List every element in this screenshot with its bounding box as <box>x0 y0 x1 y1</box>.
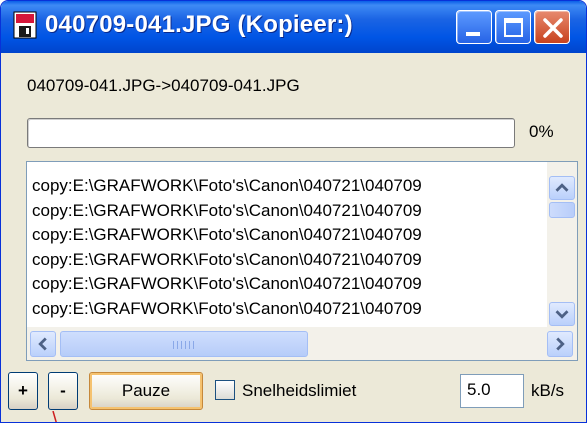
copy-log-list[interactable]: copy:E:\GRAFWORK\Foto's\Canon\040721\040… <box>26 161 578 361</box>
horizontal-scrollbar[interactable] <box>27 327 577 360</box>
horizontal-scroll-thumb[interactable] <box>60 331 308 357</box>
close-button[interactable] <box>534 10 570 44</box>
minimize-icon <box>466 32 480 36</box>
vertical-scroll-thumb[interactable] <box>549 202 575 218</box>
increase-button[interactable]: + <box>8 372 38 410</box>
close-icon <box>543 18 563 38</box>
pause-button[interactable]: Pauze <box>89 372 203 410</box>
maximize-icon <box>504 18 523 37</box>
chevron-left-icon <box>38 337 47 351</box>
scroll-right-button[interactable] <box>547 331 573 357</box>
log-line[interactable]: copy:E:\GRAFWORK\Foto's\Canon\040721\040… <box>32 297 547 322</box>
scroll-down-button[interactable] <box>549 302 575 326</box>
source-destination-label: 040709-041.JPG->040709-041.JPG <box>27 76 300 95</box>
speed-limit-checkbox[interactable] <box>215 380 235 400</box>
speed-limit-input[interactable]: 5.0 <box>460 374 524 408</box>
copy-progress-window: 040709-041.JPG (Kopieer:) 040709-041.JPG… <box>0 0 587 423</box>
log-line[interactable]: copy:E:\GRAFWORK\Foto's\Canon\040721\040… <box>32 223 547 248</box>
progress-bar <box>27 118 515 148</box>
window-title: 040709-041.JPG (Kopieer:) <box>45 11 353 38</box>
scroll-left-button[interactable] <box>30 331 56 357</box>
mouse-pointer-icon <box>52 411 57 422</box>
maximize-button[interactable] <box>495 10 531 44</box>
log-line[interactable]: copy:E:\GRAFWORK\Foto's\Canon\040721\040… <box>32 174 547 199</box>
minimize-button[interactable] <box>456 10 492 44</box>
decrease-button[interactable]: - <box>48 372 78 410</box>
log-line[interactable]: copy:E:\GRAFWORK\Foto's\Canon\040721\040… <box>32 199 547 224</box>
chevron-up-icon <box>555 183 569 192</box>
scroll-grip-icon <box>173 341 195 349</box>
title-bar[interactable]: 040709-041.JPG (Kopieer:) <box>1 1 586 53</box>
copy-log-content: copy:E:\GRAFWORK\Foto's\Canon\040721\040… <box>27 162 547 326</box>
chevron-right-icon <box>556 337 565 351</box>
log-line[interactable]: copy:E:\GRAFWORK\Foto's\Canon\040721\040… <box>32 272 547 297</box>
log-line[interactable]: copy:E:\GRAFWORK\Foto's\Canon\040721\040… <box>32 248 547 273</box>
speed-unit-label: kB/s <box>531 381 565 400</box>
floppy-disk-icon <box>13 11 37 39</box>
progress-percent: 0% <box>529 122 554 141</box>
speed-limit-label[interactable]: Snelheidslimiet <box>242 381 356 401</box>
chevron-down-icon <box>555 310 569 319</box>
scroll-up-button[interactable] <box>549 176 575 200</box>
vertical-scrollbar[interactable] <box>547 162 577 327</box>
